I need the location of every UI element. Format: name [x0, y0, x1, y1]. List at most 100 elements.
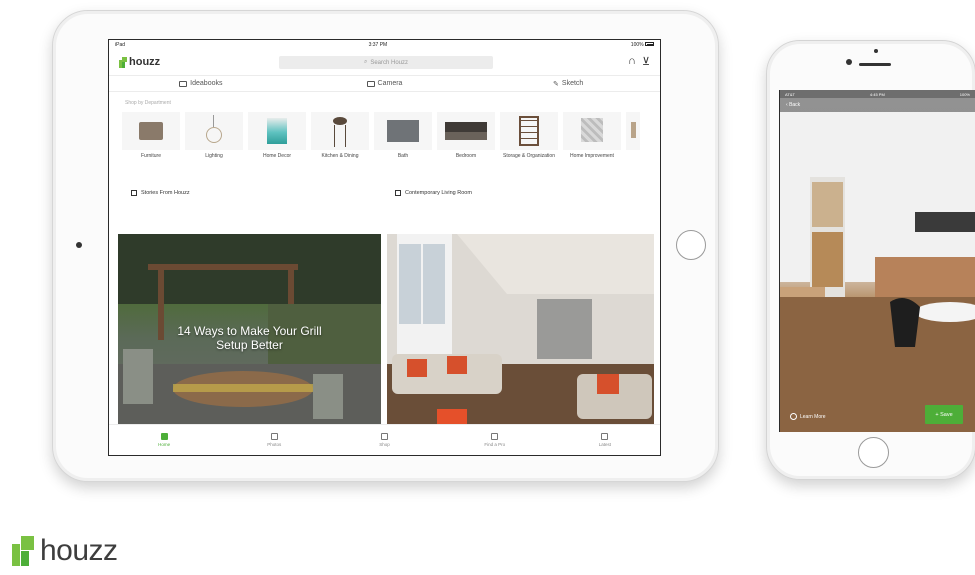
photos-icon: [270, 433, 278, 440]
battery-icon: [644, 42, 654, 47]
dept-bath[interactable]: Bath: [374, 112, 432, 172]
houzz-logo-icon: [12, 536, 34, 566]
subnav-label: Camera: [377, 80, 403, 87]
app-name: houzz: [129, 56, 161, 68]
dept-label: Bedroom: [455, 153, 477, 159]
brand-logo: houzz: [12, 536, 118, 566]
ipad-camera: [76, 242, 82, 248]
story-title: 14 Ways to Make Your Grill Setup Better: [177, 324, 322, 352]
kitchen-dining-image: [311, 112, 369, 150]
dept-home-improvement[interactable]: Home Improvement: [563, 112, 621, 172]
story-card-living-room[interactable]: [387, 234, 654, 424]
ideabooks-icon: [179, 80, 188, 87]
more-image: [626, 112, 640, 150]
status-time: 3:37 PM: [368, 41, 388, 48]
ipad-screen: iPad 3:37 PM 100% houzz ⌕ Search Houzz ∩…: [108, 39, 661, 456]
kitchen-photo: [780, 112, 975, 432]
furniture-image: [122, 112, 180, 150]
houzz-logo[interactable]: houzz: [119, 56, 160, 68]
brand-name: houzz: [40, 534, 118, 567]
subnav-camera[interactable]: Camera: [293, 76, 477, 91]
section-label: Stories From Houzz: [141, 189, 190, 196]
iphone-screen: AT&T 4:45 PM 100% ‹ Back Learn More + Sa…: [779, 90, 975, 432]
iphone-nav-bar: ‹ Back: [780, 98, 975, 112]
subnav-label: Sketch: [561, 80, 584, 87]
sketch-icon: ✎: [553, 80, 559, 88]
app-header: houzz ⌕ Search Houzz ∩ ⊻: [109, 49, 660, 75]
tab-label: Photos: [267, 442, 282, 447]
subnav: Ideabooks Camera ✎ Sketch: [109, 75, 660, 92]
status-carrier: AT&T: [785, 91, 795, 97]
stories-icon: [131, 189, 137, 196]
dept-label: Kitchen & Dining: [321, 153, 359, 159]
headphones-icon[interactable]: ∩: [628, 55, 636, 68]
dept-furniture[interactable]: Furniture: [122, 112, 180, 172]
status-carrier: iPad: [115, 41, 126, 48]
ipad-home-button[interactable]: [676, 230, 706, 260]
tab-label: Home: [158, 442, 171, 447]
find-a-pro-icon: [491, 433, 499, 440]
search-icon: ⌕: [363, 59, 368, 65]
department-row: Furniture Lighting Home Decor Kitchen & …: [109, 112, 660, 172]
story-card-grill[interactable]: 14 Ways to Make Your Grill Setup Better: [118, 234, 381, 424]
iphone-sensor: [874, 49, 878, 53]
home-icon: [160, 433, 168, 440]
storage-image: [500, 112, 558, 150]
section-living-room[interactable]: Contemporary Living Room: [381, 184, 653, 201]
stories-row: 14 Ways to Make Your Grill Setup Better: [118, 234, 654, 424]
tab-bar: Home Photos Shop Find a Pro Latest: [109, 424, 660, 455]
living-room-photo: [387, 234, 654, 424]
section-headers: Stories From Houzz Contemporary Living R…: [109, 184, 660, 201]
learn-more-label: Learn More: [800, 413, 826, 420]
dept-bedroom[interactable]: Bedroom: [437, 112, 495, 172]
subnav-ideabooks[interactable]: Ideabooks: [109, 76, 293, 91]
learn-more-link[interactable]: Learn More: [790, 413, 826, 420]
status-battery: 100%: [959, 91, 970, 97]
search-input[interactable]: ⌕ Search Houzz: [279, 56, 493, 69]
dept-kitchen-dining[interactable]: Kitchen & Dining: [311, 112, 369, 172]
header-icons: ∩ ⊻: [628, 55, 650, 68]
houzz-logo-icon: [119, 56, 127, 68]
subnav-label: Ideabooks: [190, 80, 223, 87]
dept-home-decor[interactable]: Home Decor: [248, 112, 306, 172]
camera-icon: [366, 80, 375, 87]
cart-icon[interactable]: ⊻: [642, 55, 650, 68]
dept-label: Storage & Organization: [503, 153, 555, 159]
dept-heading: Shop by Department: [125, 100, 171, 106]
tab-home[interactable]: Home: [109, 425, 219, 455]
photo-icon: [395, 189, 401, 196]
status-battery: 100%: [631, 42, 654, 48]
tab-label: Shop: [379, 442, 390, 447]
dept-label: Home Improvement: [570, 153, 614, 159]
tab-photos[interactable]: Photos: [219, 425, 329, 455]
home-improvement-image: [563, 112, 621, 150]
iphone-home-button[interactable]: [858, 437, 889, 468]
dept-label: Bath: [397, 153, 409, 159]
lighting-image: [185, 112, 243, 150]
tab-shop[interactable]: Shop: [329, 425, 439, 455]
info-icon: [790, 413, 797, 420]
dept-label: Lighting: [205, 153, 223, 159]
dept-label: Home Decor: [262, 153, 292, 159]
search-placeholder: Search Houzz: [370, 59, 409, 66]
shop-icon: [381, 433, 388, 440]
section-label: Contemporary Living Room: [405, 189, 472, 196]
dept-more[interactable]: [626, 112, 640, 172]
bedroom-image: [437, 112, 495, 150]
latest-icon: [601, 433, 609, 440]
ipad-status-bar: iPad 3:37 PM 100%: [109, 40, 660, 49]
dept-storage-organization[interactable]: Storage & Organization: [500, 112, 558, 172]
section-stories[interactable]: Stories From Houzz: [109, 184, 381, 201]
back-button[interactable]: ‹ Back: [786, 102, 800, 108]
tab-find-a-pro[interactable]: Find a Pro: [440, 425, 550, 455]
tab-latest[interactable]: Latest: [550, 425, 660, 455]
bath-image: [374, 112, 432, 150]
dept-label: Furniture: [140, 153, 161, 159]
iphone-status-bar: AT&T 4:45 PM 100%: [780, 90, 975, 98]
tab-label: Find a Pro: [484, 442, 506, 447]
iphone-camera: [846, 59, 852, 65]
subnav-sketch[interactable]: ✎ Sketch: [476, 76, 660, 91]
dept-lighting[interactable]: Lighting: [185, 112, 243, 172]
save-button[interactable]: + Save: [925, 405, 963, 424]
iphone-speaker: [859, 63, 891, 66]
